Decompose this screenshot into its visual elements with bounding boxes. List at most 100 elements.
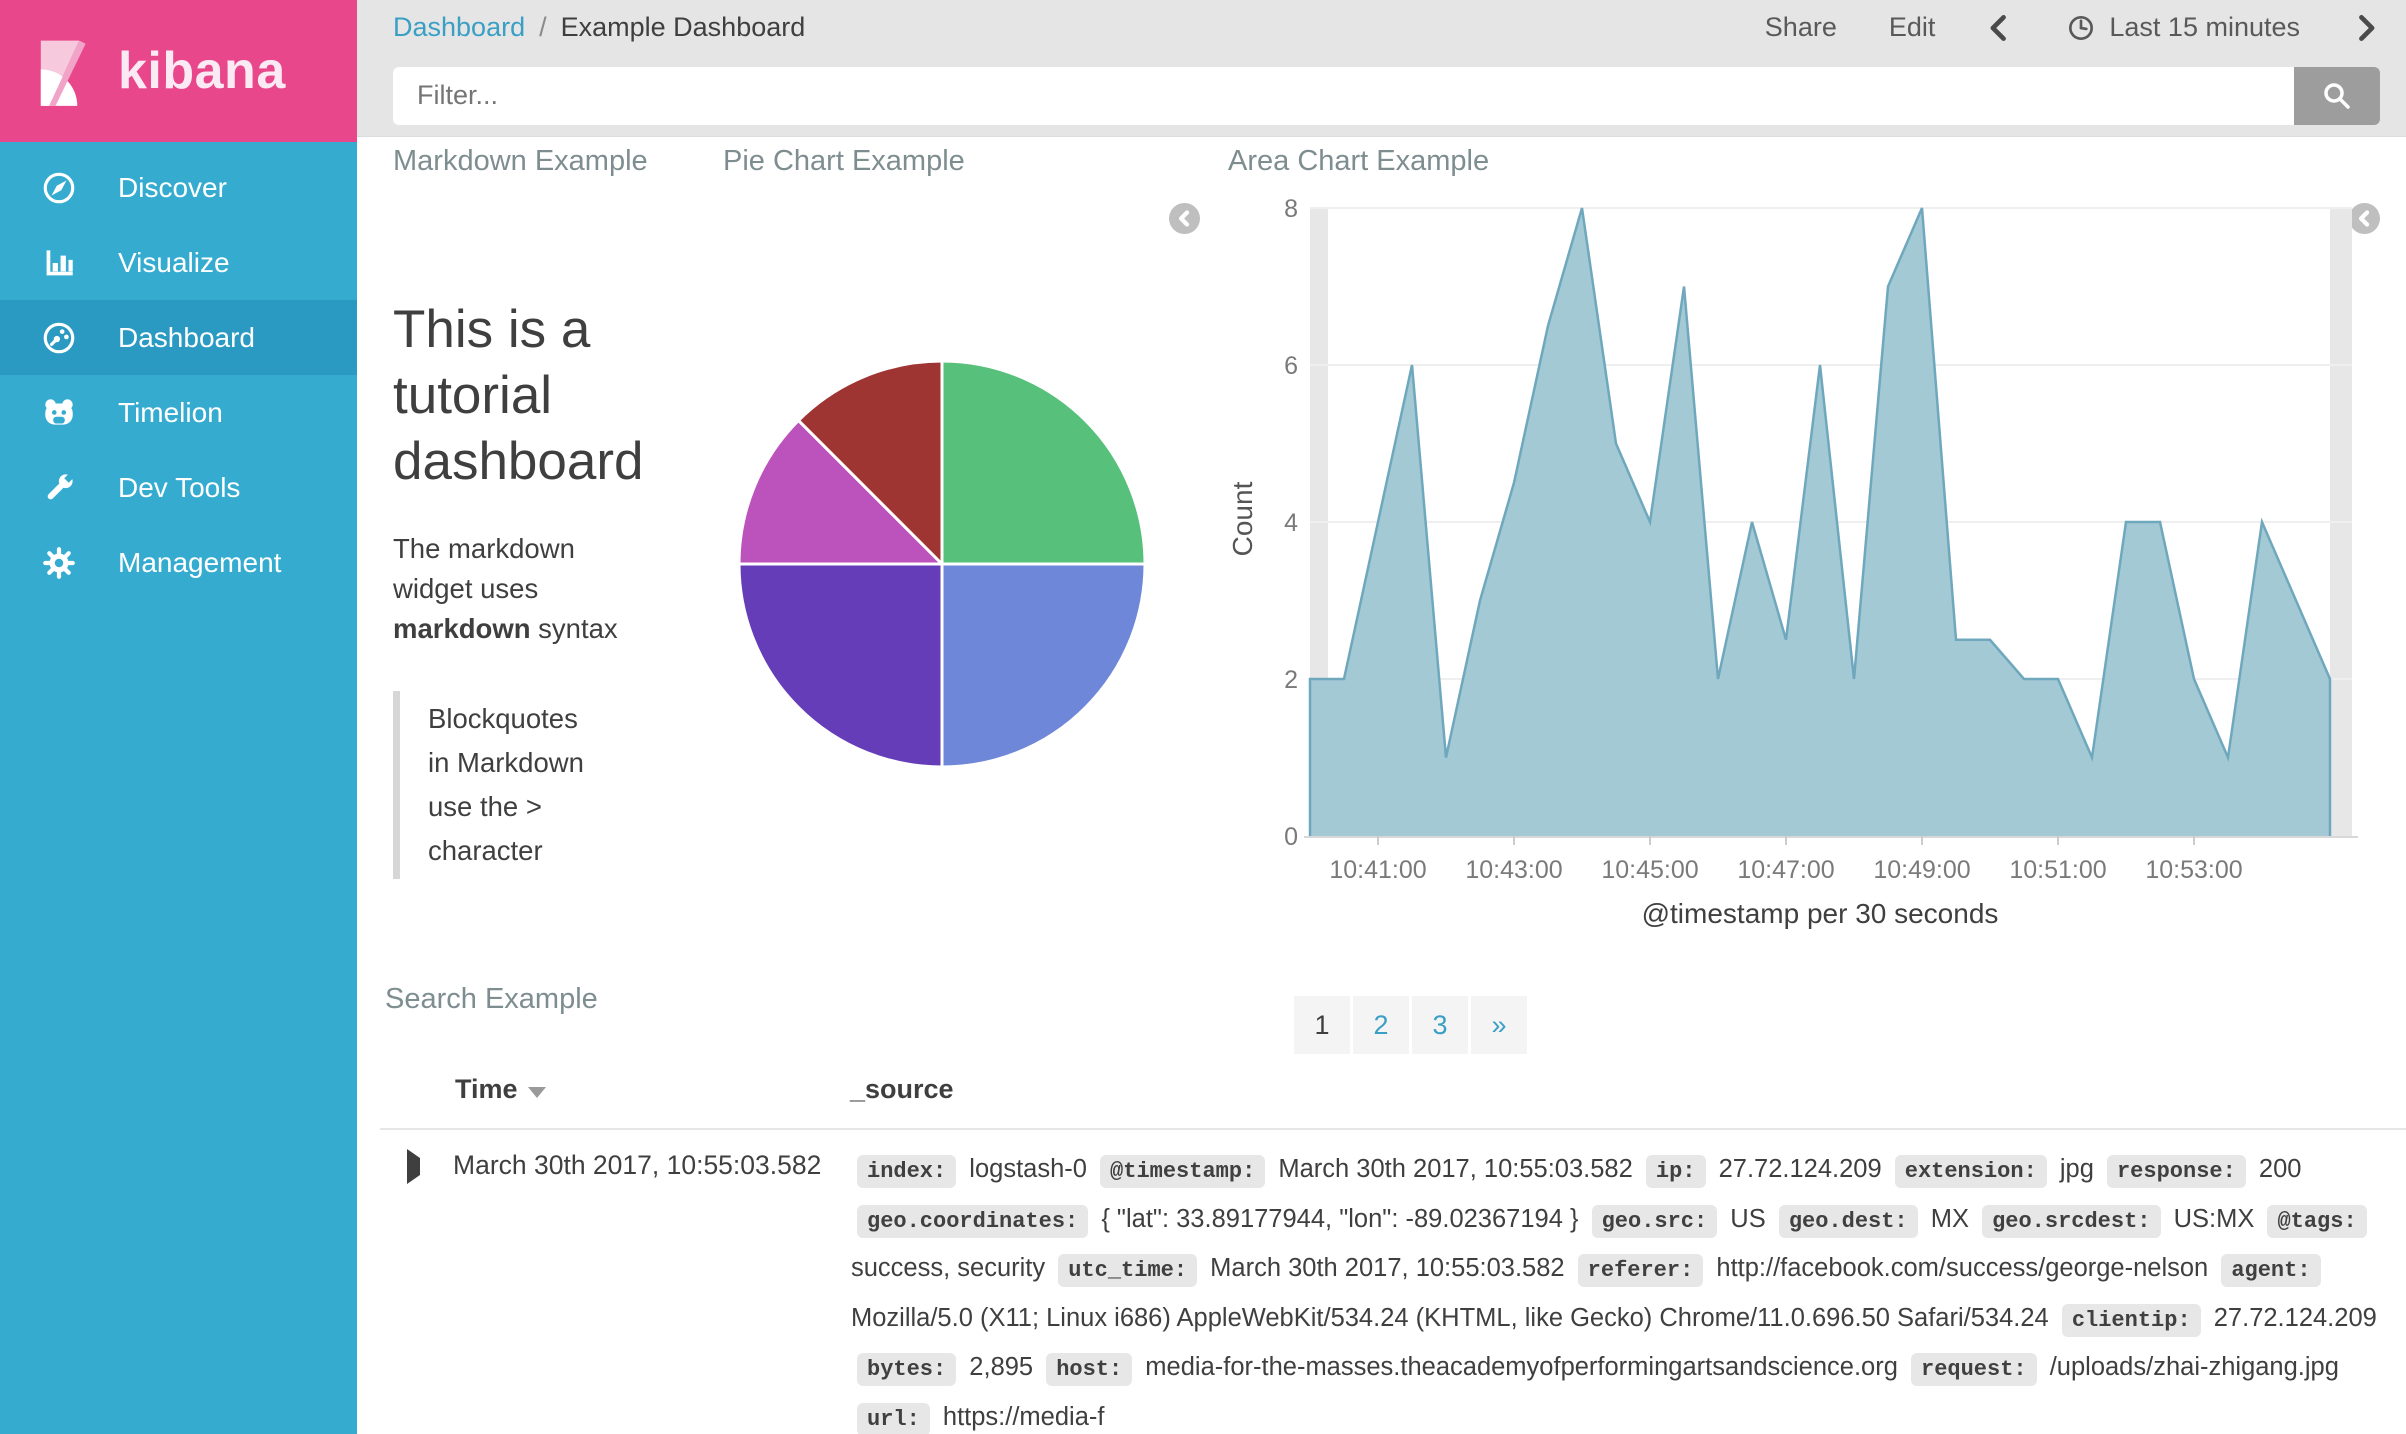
- kibana-logo-icon: [40, 40, 86, 106]
- bar-chart-icon: [40, 244, 78, 282]
- sidebar-item-label: Dashboard: [118, 321, 255, 353]
- main-area: Dashboard / Example Dashboard Share Edit…: [357, 0, 2406, 1434]
- sidebar-item-discover[interactable]: Discover: [0, 150, 357, 225]
- field-name-badge: ip:: [1645, 1155, 1706, 1188]
- search-button[interactable]: [2294, 66, 2380, 125]
- field-name-badge: bytes:: [857, 1353, 957, 1386]
- table-header: Time _source: [380, 1062, 2406, 1130]
- field-name-badge: referer:: [1577, 1254, 1704, 1287]
- area-y-axis-title: Count: [1227, 481, 1258, 557]
- time-forward-icon[interactable]: [2352, 13, 2378, 43]
- time-back-icon[interactable]: [1987, 13, 2013, 43]
- breadcrumb-current: Example Dashboard: [560, 12, 806, 42]
- dashboard-icon: [40, 319, 78, 357]
- y-tick-label: 8: [1284, 195, 1298, 223]
- breadcrumb-separator: /: [539, 12, 547, 42]
- sidebar-item-label: Management: [118, 546, 282, 578]
- field-name-badge: agent:: [2221, 1254, 2321, 1287]
- field-name-badge: clientip:: [2061, 1303, 2201, 1337]
- field-name-badge: url:: [857, 1402, 930, 1434]
- field-name-badge: request:: [1911, 1353, 2037, 1386]
- sidebar-item-label: Timelion: [118, 396, 223, 428]
- x-tick-label: 10:45:00: [1601, 856, 1698, 884]
- sidebar-item-dashboard[interactable]: Dashboard: [0, 300, 357, 375]
- column-header-time[interactable]: Time: [455, 1074, 546, 1105]
- table-rows: March 30th 2017, 10:55:03.582 index: logs…: [380, 1130, 2406, 1434]
- clock-icon: [2069, 15, 2094, 40]
- markdown-blockquote: Blockquotes in Markdown use the > charac…: [393, 691, 590, 879]
- panel-title-pie[interactable]: Pie Chart Example: [723, 145, 965, 178]
- markdown-paragraph: The markdown widget uses markdown syntax: [393, 533, 618, 644]
- y-tick-label: 2: [1284, 666, 1298, 694]
- x-tick-label: 10:51:00: [2009, 856, 2106, 884]
- timelion-icon: [40, 394, 78, 432]
- sidebar-item-management[interactable]: Management: [0, 525, 357, 600]
- pie-slice[interactable]: [940, 562, 1147, 769]
- panel-title-area[interactable]: Area Chart Example: [1228, 145, 1489, 178]
- share-button[interactable]: Share: [1765, 12, 1837, 43]
- y-tick-label: 6: [1284, 352, 1298, 380]
- compass-icon: [40, 169, 78, 207]
- pie-chart: [737, 359, 1147, 769]
- row-source: index: logstash-0 @timestamp: March 30th…: [851, 1146, 2396, 1434]
- x-tick-label: 10:53:00: [2145, 856, 2242, 884]
- field-name-badge: geo.src:: [1591, 1204, 1718, 1238]
- markdown-widget: This is a tutorial dashboard The markdow…: [393, 297, 743, 879]
- pie-slice[interactable]: [940, 359, 1147, 566]
- field-name-badge: extension:: [1894, 1155, 2047, 1188]
- field-name-badge: response:: [2106, 1155, 2246, 1188]
- markdown-heading: This is a tutorial dashboard: [393, 300, 644, 491]
- area-chart: 0 2 4 6 8 10:41:00 10:43:00 10:45:00 10:47:00 10:…: [1284, 195, 2358, 929]
- sidebar-item-label: Discover: [118, 171, 227, 203]
- field-name-badge: geo.dest:: [1778, 1204, 1918, 1238]
- kibana-logo[interactable]: kibana: [0, 0, 357, 142]
- area-x-axis-title: @timestamp per 30 seconds: [1642, 898, 1999, 929]
- filter-bar: [357, 55, 2406, 137]
- breadcrumb-link-dashboard[interactable]: Dashboard: [393, 12, 525, 43]
- breadcrumb-bar: Dashboard / Example Dashboard Share Edit…: [357, 0, 2406, 55]
- field-name-badge: geo.srcdest:: [1982, 1204, 2161, 1238]
- panel-title-markdown[interactable]: Markdown Example: [393, 145, 648, 178]
- x-tick-label: 10:43:00: [1465, 856, 1562, 884]
- page-button-1[interactable]: 1: [1294, 996, 1350, 1054]
- page-button-2[interactable]: 2: [1353, 996, 1409, 1054]
- expand-row-icon[interactable]: [407, 1149, 420, 1184]
- sidebar-item-label: Visualize: [118, 246, 230, 278]
- app-title: kibana: [118, 42, 286, 100]
- pie-panel-expand-button[interactable]: [1169, 203, 1200, 234]
- field-name-badge: @timestamp:: [1100, 1155, 1266, 1188]
- sidebar-item-dev-tools[interactable]: Dev Tools: [0, 450, 357, 525]
- page-next-button[interactable]: »: [1471, 996, 1527, 1054]
- page-button-3[interactable]: 3: [1412, 996, 1468, 1054]
- field-name-badge: index:: [857, 1155, 957, 1188]
- x-tick-label: 10:47:00: [1737, 856, 1834, 884]
- gear-icon: [40, 544, 78, 582]
- sidebar-nav: Discover Visualize Dashboard Timelion Dev To…: [0, 150, 357, 600]
- sidebar-item-timelion[interactable]: Timelion: [0, 375, 357, 450]
- sidebar-item-label: Dev Tools: [118, 471, 241, 503]
- time-filter-label: Last 15 minutes: [2109, 12, 2300, 42]
- column-header-source: _source: [850, 1074, 954, 1104]
- sidebar-item-visualize[interactable]: Visualize: [0, 225, 357, 300]
- row-time: March 30th 2017, 10:55:03.582: [453, 1150, 822, 1180]
- y-tick-label: 4: [1284, 509, 1298, 537]
- table-row: March 30th 2017, 10:55:03.582 index: logs…: [380, 1130, 2406, 1434]
- field-name-badge: utc_time:: [1058, 1254, 1198, 1287]
- chevron-left-icon: [1178, 210, 1190, 227]
- field-name-badge: @tags:: [2267, 1204, 2367, 1238]
- sidebar: kibana Discover Visualize Dashboard Timelio…: [0, 0, 357, 1434]
- pie-slice[interactable]: [737, 562, 944, 769]
- sort-desc-icon: [527, 1087, 546, 1098]
- filter-input[interactable]: [393, 66, 2294, 125]
- top-actions: Share Edit Last 15 minutes: [1765, 12, 2378, 44]
- x-tick-label: 10:41:00: [1329, 856, 1426, 884]
- x-tick-label: 10:49:00: [1873, 856, 1970, 884]
- panel-title-search[interactable]: Search Example: [385, 983, 598, 1016]
- row-caret-cell: [380, 1146, 453, 1434]
- wrench-icon: [40, 469, 78, 507]
- edit-button[interactable]: Edit: [1889, 12, 1936, 43]
- field-name-badge: host:: [1046, 1353, 1133, 1386]
- dashboard-content: Markdown Example Pie Chart Example Area …: [357, 137, 2406, 1434]
- search-results-table: Time _source March 30th 2017, 10:55:03.5…: [380, 1062, 2406, 1434]
- time-picker[interactable]: Last 15 minutes: [2065, 12, 2300, 44]
